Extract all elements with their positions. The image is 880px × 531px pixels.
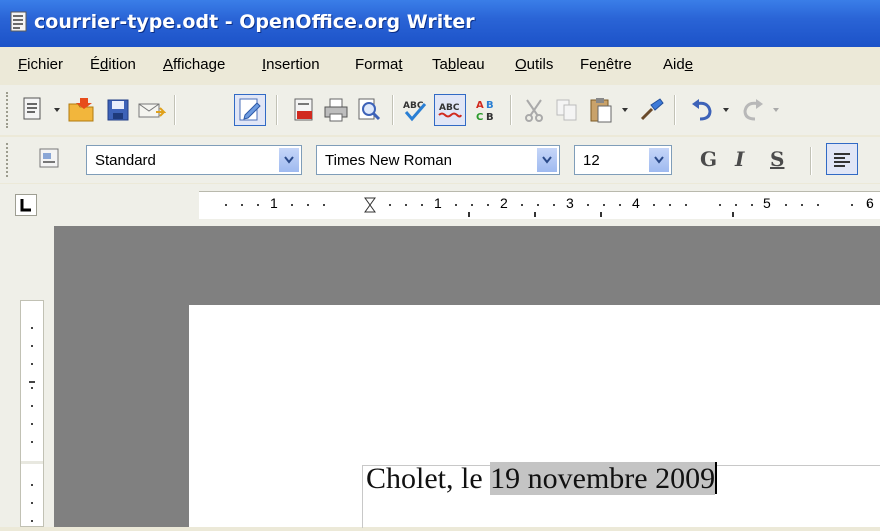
toolbar-grip[interactable]: [6, 143, 12, 177]
horizontal-ruler[interactable]: 1 1 2 3 4 5 6: [199, 191, 880, 219]
ruler-number: 4: [632, 195, 640, 211]
redo-icon[interactable]: [737, 95, 767, 125]
font-size-combo[interactable]: 12: [574, 145, 672, 175]
paragraph-style-value: Standard: [95, 152, 156, 169]
toolbar-separator: [276, 95, 278, 125]
styles-icon[interactable]: [36, 145, 64, 173]
copy-icon[interactable]: [553, 96, 581, 124]
svg-text:B: B: [486, 112, 494, 123]
menu-item[interactable]: Outils: [515, 56, 553, 73]
document-text-line[interactable]: Cholet, le 19 novembre 2009: [366, 462, 718, 496]
spellcheck-icon[interactable]: ABC: [400, 96, 430, 124]
open-icon[interactable]: [66, 95, 98, 125]
menu-item[interactable]: Affichage: [163, 56, 225, 73]
clone-format-icon[interactable]: [636, 95, 666, 125]
autospell-icon: ABC: [438, 103, 462, 118]
chevron-down-icon[interactable]: [619, 104, 631, 116]
ruler-number: 6: [866, 195, 874, 211]
chevron-down-icon: [284, 156, 294, 164]
paragraph-style-combo[interactable]: Standard: [86, 145, 302, 175]
align-left-button[interactable]: [826, 143, 858, 175]
font-name-combo[interactable]: Times New Roman: [316, 145, 560, 175]
paragraph-style-dropdown-button[interactable]: [278, 147, 300, 173]
align-left-icon: [834, 153, 850, 167]
menu-item[interactable]: Fenêtre: [580, 56, 632, 73]
edit-mode-button[interactable]: [234, 94, 266, 126]
ruler-number: 1: [434, 195, 442, 211]
selected-text: 19 novembre 2009: [490, 462, 716, 495]
toolbar-separator: [510, 95, 512, 125]
print-icon[interactable]: [321, 96, 351, 124]
window-title: courrier-type.odt - OpenOffice.org Write…: [34, 11, 475, 33]
font-name-value: Times New Roman: [325, 152, 452, 169]
svg-text:B: B: [486, 100, 494, 111]
ruler-number: 3: [566, 195, 574, 211]
new-icon[interactable]: [18, 95, 48, 125]
toolbar-separator: [810, 147, 812, 175]
tab-left-icon: [20, 199, 31, 212]
ruler-number: 2: [500, 195, 508, 211]
document-text: Cholet, le: [366, 462, 491, 495]
edit-mode-icon: [239, 98, 261, 121]
ruler-number: 1: [270, 195, 278, 211]
tab-selector[interactable]: [15, 194, 37, 216]
ruler-ticks: [225, 197, 869, 217]
menu-item[interactable]: Fichier: [18, 56, 63, 73]
autocorrect-icon[interactable]: A B C B: [472, 96, 502, 124]
chevron-down-icon[interactable]: [51, 104, 63, 116]
font-name-dropdown-button[interactable]: [536, 147, 558, 173]
vertical-ruler[interactable]: [20, 300, 44, 527]
font-size-value: 12: [583, 152, 600, 169]
chevron-down-icon[interactable]: [720, 104, 732, 116]
chevron-down-icon: [542, 156, 552, 164]
chevron-down-icon: [654, 156, 664, 164]
menu-item[interactable]: Format: [355, 56, 403, 73]
vertical-ruler-ticks: [21, 327, 43, 522]
chevron-down-icon[interactable]: [770, 104, 782, 116]
text-cursor: [715, 462, 718, 494]
document-icon: [10, 11, 27, 32]
email-icon[interactable]: [136, 96, 166, 124]
autospellcheck-button[interactable]: ABC: [434, 94, 466, 126]
undo-icon[interactable]: [688, 95, 718, 125]
toolbar-separator: [174, 95, 176, 125]
svg-text:C: C: [476, 112, 483, 123]
print-preview-icon[interactable]: [354, 96, 384, 124]
cut-icon[interactable]: [520, 96, 548, 124]
pdf-icon[interactable]: [290, 96, 318, 124]
paste-icon[interactable]: [586, 95, 616, 125]
menu-item[interactable]: Tableau: [432, 56, 485, 73]
toolbar-separator: [674, 95, 676, 125]
menu-item[interactable]: Aide: [663, 56, 693, 73]
italic-button[interactable]: I: [735, 147, 744, 171]
svg-text:A: A: [476, 100, 484, 111]
ruler-number: 5: [763, 195, 771, 211]
underline-button[interactable]: S: [770, 147, 784, 171]
bold-button[interactable]: G: [700, 147, 717, 171]
menu-item[interactable]: Insertion: [262, 56, 320, 73]
save-icon[interactable]: [104, 96, 132, 124]
toolbar-separator: [392, 95, 394, 125]
toolbar-grip[interactable]: [6, 92, 12, 128]
font-size-dropdown-button[interactable]: [648, 147, 670, 173]
menu-item[interactable]: Édition: [90, 56, 136, 73]
svg-text:ABC: ABC: [439, 103, 460, 113]
